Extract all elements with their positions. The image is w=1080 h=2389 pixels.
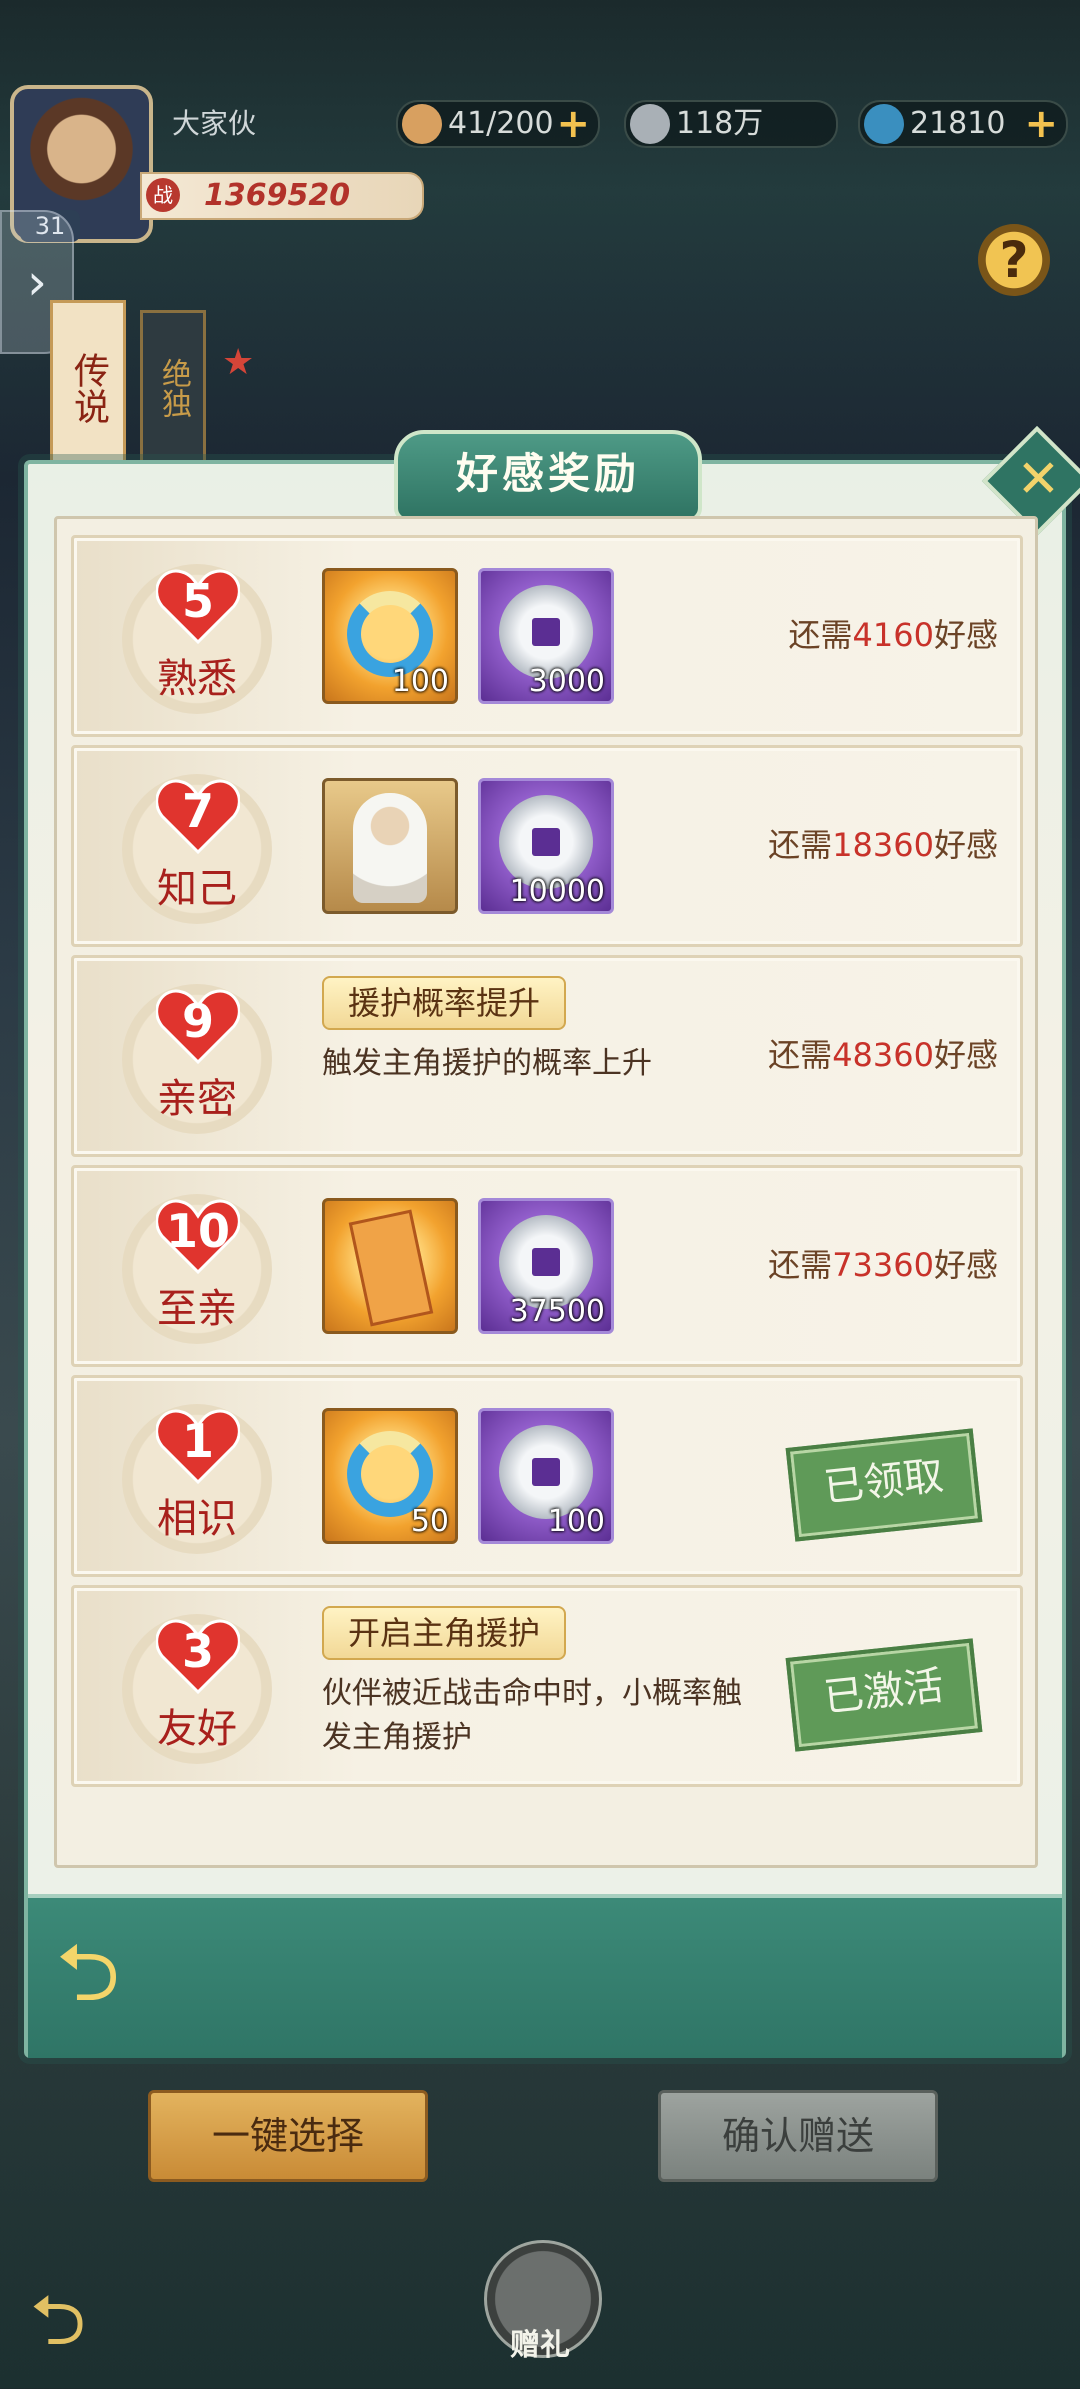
affection-label: 知己 <box>157 866 237 912</box>
reward-row: 10 至亲 37500 还需73360好感 <box>71 1165 1023 1367</box>
need-suffix: 好感 <box>933 616 998 654</box>
reward-row: 9 亲密 援护概率提升 触发主角援护的概率上升 还需48360好感 <box>71 955 1023 1157</box>
affection-level-badge: 10 至亲 <box>122 1194 272 1344</box>
affection-label: 至亲 <box>157 1286 237 1332</box>
coin-icon <box>630 104 670 144</box>
battle-icon: 战 <box>146 178 180 212</box>
legend-banner: 传说 <box>50 300 126 476</box>
item-qty: 10000 <box>509 874 605 909</box>
affection-level-badge: 7 知己 <box>122 774 272 924</box>
add-stamina-button[interactable]: + <box>556 102 590 146</box>
coin-value: 118万 <box>676 106 764 141</box>
need-number: 4160 <box>852 616 934 654</box>
select-all-button[interactable]: 一键选择 <box>148 2090 428 2182</box>
reward-row: 7 知己 10000 还需18360好感 <box>71 745 1023 947</box>
item-qty: 3000 <box>528 664 605 699</box>
skill-description: 伙伴被近战击命中时，小概率触发主角援护 <box>322 1676 742 1755</box>
reward-item-silver-coin[interactable]: 3000 <box>478 568 614 704</box>
need-number: 48360 <box>832 1036 934 1074</box>
stamina-value: 41/200 <box>448 106 554 141</box>
item-qty: 50 <box>410 1504 449 1539</box>
star-icon: ★ <box>222 342 255 383</box>
affection-label: 熟悉 <box>157 656 237 702</box>
need-prefix: 还需 <box>768 826 833 864</box>
skill-tag: 援护概率提升 <box>322 976 567 1030</box>
reward-item-silver-coin[interactable]: 37500 <box>478 1198 614 1334</box>
dialog-title: 好感奖励 <box>394 430 702 522</box>
confirm-gift-button[interactable]: 确认赠送 <box>658 2090 938 2182</box>
affection-level-badge: 3 友好 <box>122 1614 272 1764</box>
stamina-pill: 41/200 + <box>396 100 600 148</box>
need-number: 18360 <box>832 826 934 864</box>
power-bar: 战 1369520 <box>140 172 424 220</box>
reward-row: 3 友好 开启主角援护 伙伴被近战击命中时，小概率触发主角援护 已激活 <box>71 1585 1023 1787</box>
skill-description: 触发主角援护的概率上升 <box>322 1046 652 1081</box>
reward-item-sage-portrait[interactable] <box>322 778 458 914</box>
requirement-text: 还需18360好感 <box>768 820 998 866</box>
item-qty: 37500 <box>509 1294 605 1329</box>
dialog-footer: ⮌ <box>28 1894 1062 2058</box>
back-arrow-icon[interactable]: ⮌ <box>56 1928 166 2018</box>
reward-item-silver-coin[interactable]: 100 <box>478 1408 614 1544</box>
affection-level-badge: 5 熟悉 <box>122 564 272 714</box>
item-qty: 100 <box>391 664 449 699</box>
affection-level-badge: 1 相识 <box>122 1404 272 1554</box>
affection-level: 1 <box>181 1414 214 1468</box>
bun-icon <box>402 104 442 144</box>
add-gem-button[interactable]: + <box>1024 102 1058 146</box>
need-prefix: 还需 <box>768 1246 833 1284</box>
coin-pill: 118万 <box>624 100 838 148</box>
player-name: 大家伙 <box>172 107 257 140</box>
reward-list[interactable]: 5 熟悉 100 3000 还需4160好感 7 知己 10000 还需1836… <box>54 516 1038 1868</box>
close-icon: ✕ <box>1016 449 1061 510</box>
need-suffix: 好感 <box>933 826 998 864</box>
requirement-text: 还需73360好感 <box>768 1240 998 1286</box>
claimed-stamp: 已领取 <box>785 1428 983 1542</box>
activated-stamp: 已激活 <box>785 1638 983 1752</box>
reward-item-jade-ring[interactable]: 100 <box>322 568 458 704</box>
affection-level-badge: 9 亲密 <box>122 984 272 1134</box>
affection-level: 10 <box>165 1204 230 1258</box>
help-button[interactable]: ? <box>978 224 1050 296</box>
affection-level: 3 <box>181 1624 214 1678</box>
affection-level: 7 <box>181 784 214 838</box>
affection-reward-dialog: 好感奖励 ✕ 5 熟悉 100 3000 还需4160好感 7 知己 10000… <box>24 425 1080 2058</box>
requirement-text: 还需4160好感 <box>789 610 998 656</box>
gem-pill: 21810 + <box>858 100 1068 148</box>
reward-item-silver-coin[interactable]: 10000 <box>478 778 614 914</box>
power-value: 1369520 <box>204 178 351 213</box>
reward-item-scroll[interactable] <box>322 1198 458 1334</box>
need-prefix: 还需 <box>788 616 853 654</box>
top-hud: 31 大家伙 41/200 + 118万 21810 + 战 1369520 <box>0 0 1080 243</box>
gift-label: 赠礼 <box>510 2328 570 2363</box>
unique-banner: 绝独 <box>140 310 206 466</box>
scroll-icon <box>348 1209 434 1327</box>
need-prefix: 还需 <box>768 1036 833 1074</box>
skill-tag: 开启主角援护 <box>322 1606 567 1660</box>
affection-level: 5 <box>181 574 214 628</box>
affection-label: 亲密 <box>157 1076 237 1122</box>
gem-icon <box>864 104 904 144</box>
affection-level: 9 <box>181 994 214 1048</box>
need-suffix: 好感 <box>933 1246 998 1284</box>
bottom-back-arrow-icon[interactable]: ⮌ <box>30 2270 130 2361</box>
reward-item-jade-ring[interactable]: 50 <box>322 1408 458 1544</box>
reward-row: 1 相识 50 100 已领取 <box>71 1375 1023 1577</box>
reward-row: 5 熟悉 100 3000 还需4160好感 <box>71 535 1023 737</box>
gem-value: 21810 <box>910 106 1006 141</box>
sage-portrait-icon <box>353 793 427 903</box>
need-suffix: 好感 <box>933 1036 998 1074</box>
affection-label: 相识 <box>157 1496 237 1542</box>
affection-label: 友好 <box>157 1706 237 1752</box>
need-number: 73360 <box>832 1246 934 1284</box>
requirement-text: 还需48360好感 <box>768 1030 998 1076</box>
item-qty: 100 <box>547 1504 605 1539</box>
